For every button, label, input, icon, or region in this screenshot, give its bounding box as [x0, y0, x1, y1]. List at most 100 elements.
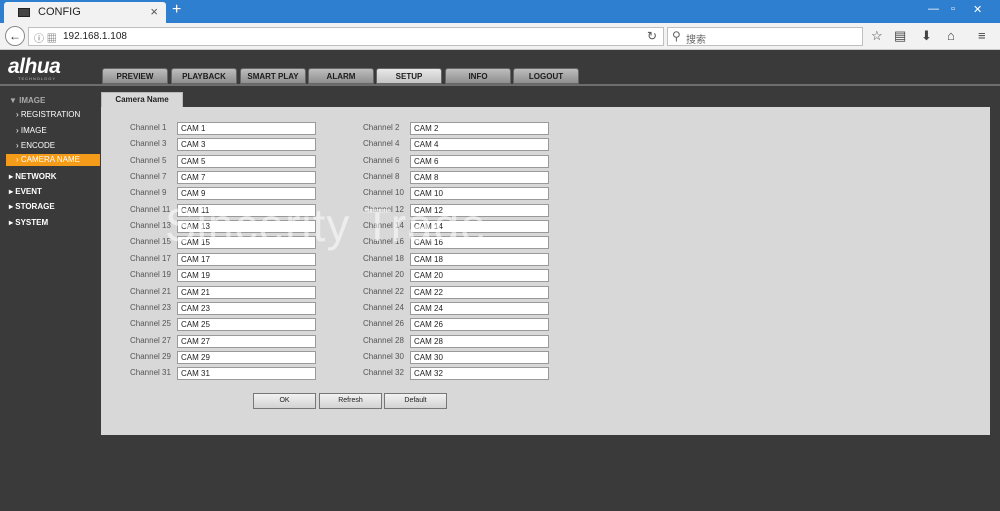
browser-nav-bar: ← ⓘ ▦ 192.168.1.108 ↻ ⚲ 搜索 ☆ ▤ ⬇ ⌂ ≡	[0, 23, 1000, 50]
search-input[interactable]: ⚲ 搜索	[667, 27, 863, 46]
channel-label: Channel 26	[363, 319, 404, 328]
minimize-icon[interactable]: —	[928, 3, 939, 15]
channel-label: Channel 29	[130, 352, 171, 361]
channel-name-input[interactable]: CAM 8	[410, 171, 549, 184]
channel-name-input[interactable]: CAM 28	[410, 335, 549, 348]
channel-name-input[interactable]: CAM 5	[177, 155, 316, 168]
channel-name-input[interactable]: CAM 13	[177, 220, 316, 233]
channel-label: Channel 23	[130, 303, 171, 312]
page-favicon-icon	[18, 8, 30, 17]
bookmark-star-icon[interactable]: ☆	[871, 28, 883, 44]
logo-tagline: TECHNOLOGY	[18, 76, 57, 81]
channel-label: Channel 1	[130, 123, 167, 132]
channel-label: Channel 10	[363, 188, 404, 197]
sidebar-group-network[interactable]: ▸ NETWORK	[9, 172, 57, 181]
panel-title-tab: Camera Name	[101, 92, 183, 107]
channel-name-input[interactable]: CAM 32	[410, 367, 549, 380]
menu-icon[interactable]: ≡	[978, 28, 986, 43]
channel-name-input[interactable]: CAM 14	[410, 220, 549, 233]
channel-label: Channel 17	[130, 254, 171, 263]
tab-setup[interactable]: SETUP	[376, 68, 442, 84]
header-divider	[0, 84, 1000, 86]
search-placeholder: 搜索	[686, 35, 706, 46]
channel-name-input[interactable]: CAM 24	[410, 302, 549, 315]
tab-alarm[interactable]: ALARM	[308, 68, 374, 84]
channel-name-input[interactable]: CAM 29	[177, 351, 316, 364]
channel-name-input[interactable]: CAM 10	[410, 187, 549, 200]
channel-name-input[interactable]: CAM 30	[410, 351, 549, 364]
channel-name-input[interactable]: CAM 21	[177, 286, 316, 299]
channel-name-input[interactable]: CAM 26	[410, 318, 549, 331]
channel-label: Channel 32	[363, 368, 404, 377]
channel-name-input[interactable]: CAM 15	[177, 236, 316, 249]
back-arrow-icon[interactable]: ←	[5, 26, 25, 46]
channel-name-input[interactable]: CAM 3	[177, 138, 316, 151]
sidebar-section-image[interactable]: ▼ IMAGE	[9, 96, 45, 105]
channel-name-input[interactable]: CAM 17	[177, 253, 316, 266]
channel-label: Channel 2	[363, 123, 400, 132]
tab-logout[interactable]: LOGOUT	[513, 68, 579, 84]
refresh-button[interactable]: Refresh	[319, 393, 382, 409]
browser-tab[interactable]: CONFIG ×	[4, 2, 166, 23]
default-button[interactable]: Default	[384, 393, 447, 409]
channel-name-input[interactable]: CAM 19	[177, 269, 316, 282]
new-tab-button[interactable]: +	[172, 1, 181, 19]
tab-close-icon[interactable]: ×	[150, 4, 158, 19]
sidebar-item-camera-name[interactable]: › CAMERA NAME	[6, 154, 100, 166]
tab-playback[interactable]: PLAYBACK	[171, 68, 237, 84]
channel-label: Channel 9	[130, 188, 167, 197]
channel-name-input[interactable]: CAM 23	[177, 302, 316, 315]
tab-smart-play[interactable]: SMART PLAY	[240, 68, 306, 84]
sidebar-group-event[interactable]: ▸ EVENT	[9, 187, 42, 196]
channel-name-input[interactable]: CAM 4	[410, 138, 549, 151]
reload-icon[interactable]: ↻	[647, 29, 657, 43]
channel-label: Channel 20	[363, 270, 404, 279]
channel-label: Channel 27	[130, 336, 171, 345]
channel-name-input[interactable]: CAM 25	[177, 318, 316, 331]
channel-label: Channel 12	[363, 205, 404, 214]
address-bar[interactable]: ⓘ ▦ 192.168.1.108 ↻	[28, 27, 664, 46]
maximize-icon[interactable]: ▫	[951, 3, 955, 15]
channel-name-input[interactable]: CAM 11	[177, 204, 316, 217]
channel-label: Channel 4	[363, 139, 400, 148]
channel-name-input[interactable]: CAM 2	[410, 122, 549, 135]
channel-name-input[interactable]: CAM 22	[410, 286, 549, 299]
sidebar-item-encode[interactable]: › ENCODE	[16, 141, 55, 150]
channel-name-input[interactable]: CAM 31	[177, 367, 316, 380]
channel-label: Channel 31	[130, 368, 171, 377]
channel-label: Channel 15	[130, 237, 171, 246]
window-close-icon[interactable]: ✕	[973, 3, 982, 16]
browser-tab-bar: CONFIG × + — ▫ ✕	[0, 0, 1000, 23]
site-info-icon[interactable]: ⓘ ▦	[34, 30, 57, 45]
channel-label: Channel 30	[363, 352, 404, 361]
ok-button[interactable]: OK	[253, 393, 316, 409]
channel-label: Channel 8	[363, 172, 400, 181]
channel-name-input[interactable]: CAM 12	[410, 204, 549, 217]
sidebar-item-registration[interactable]: › REGISTRATION	[16, 110, 80, 119]
tab-info[interactable]: INFO	[445, 68, 511, 84]
channel-label: Channel 5	[130, 156, 167, 165]
channel-label: Channel 21	[130, 287, 171, 296]
sidebar-item-image[interactable]: › IMAGE	[16, 126, 47, 135]
channel-label: Channel 6	[363, 156, 400, 165]
channel-name-input[interactable]: CAM 20	[410, 269, 549, 282]
channel-name-input[interactable]: CAM 9	[177, 187, 316, 200]
channel-name-input[interactable]: CAM 18	[410, 253, 549, 266]
sidebar-group-storage[interactable]: ▸ STORAGE	[9, 202, 55, 211]
channel-name-input[interactable]: CAM 16	[410, 236, 549, 249]
channel-label: Channel 25	[130, 319, 171, 328]
channel-name-input[interactable]: CAM 1	[177, 122, 316, 135]
download-icon[interactable]: ⬇	[921, 28, 932, 44]
channel-name-input[interactable]: CAM 27	[177, 335, 316, 348]
channel-label: Channel 18	[363, 254, 404, 263]
channel-label: Channel 22	[363, 287, 404, 296]
channel-label: Channel 13	[130, 221, 171, 230]
channel-name-input[interactable]: CAM 7	[177, 171, 316, 184]
channel-name-input[interactable]: CAM 6	[410, 155, 549, 168]
channel-label: Channel 16	[363, 237, 404, 246]
sidebar-group-system[interactable]: ▸ SYSTEM	[9, 218, 48, 227]
home-icon[interactable]: ⌂	[947, 28, 955, 43]
search-icon: ⚲	[672, 29, 681, 43]
reading-list-icon[interactable]: ▤	[894, 28, 906, 44]
tab-preview[interactable]: PREVIEW	[102, 68, 168, 84]
